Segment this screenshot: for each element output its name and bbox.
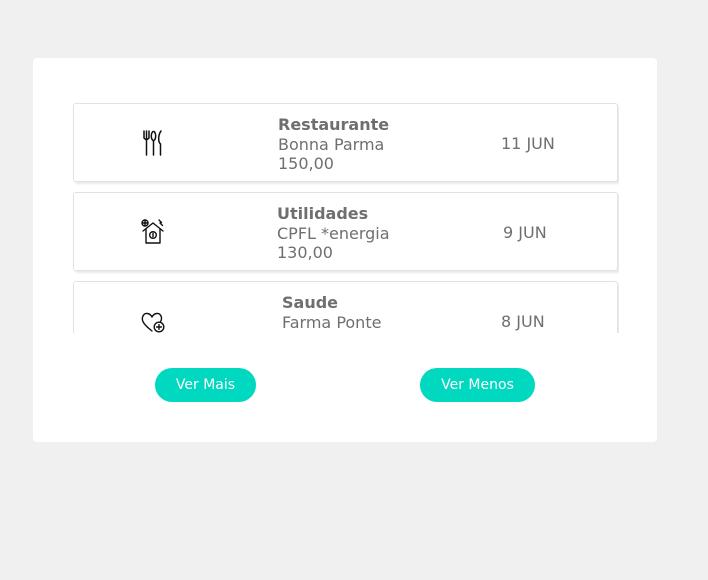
transaction-item-restaurante[interactable]: Restaurante Bonna Parma 150,00 11 JUN	[73, 103, 618, 182]
ver-menos-button[interactable]: Ver Menos	[420, 368, 535, 402]
transaction-category: Utilidades	[277, 204, 369, 223]
transaction-amount: 150,00	[278, 154, 334, 173]
transaction-merchant: Bonna Parma	[278, 135, 385, 154]
transactions-list[interactable]: Restaurante Bonna Parma 150,00 11 JUN Ut…	[73, 103, 619, 333]
transaction-merchant: CPFL *energia	[277, 224, 390, 243]
house-utilities-icon	[140, 218, 166, 246]
transaction-amount: 130,00	[277, 243, 333, 262]
heart-health-icon	[140, 307, 166, 333]
transaction-item-saude[interactable]: Saude Farma Ponte 8 JUN	[73, 281, 618, 333]
transaction-date: 8 JUN	[501, 312, 545, 331]
utensils-icon	[140, 129, 166, 157]
transaction-category: Saude	[282, 293, 339, 312]
transaction-category: Restaurante	[278, 115, 390, 134]
transaction-item-utilidades[interactable]: Utilidades CPFL *energia 130,00 9 JUN	[73, 192, 618, 271]
transaction-merchant: Farma Ponte	[282, 313, 382, 332]
transaction-date: 9 JUN	[503, 223, 547, 242]
transaction-date: 11 JUN	[501, 134, 555, 153]
transactions-panel: Restaurante Bonna Parma 150,00 11 JUN Ut…	[33, 58, 657, 442]
ver-mais-button[interactable]: Ver Mais	[155, 368, 256, 402]
